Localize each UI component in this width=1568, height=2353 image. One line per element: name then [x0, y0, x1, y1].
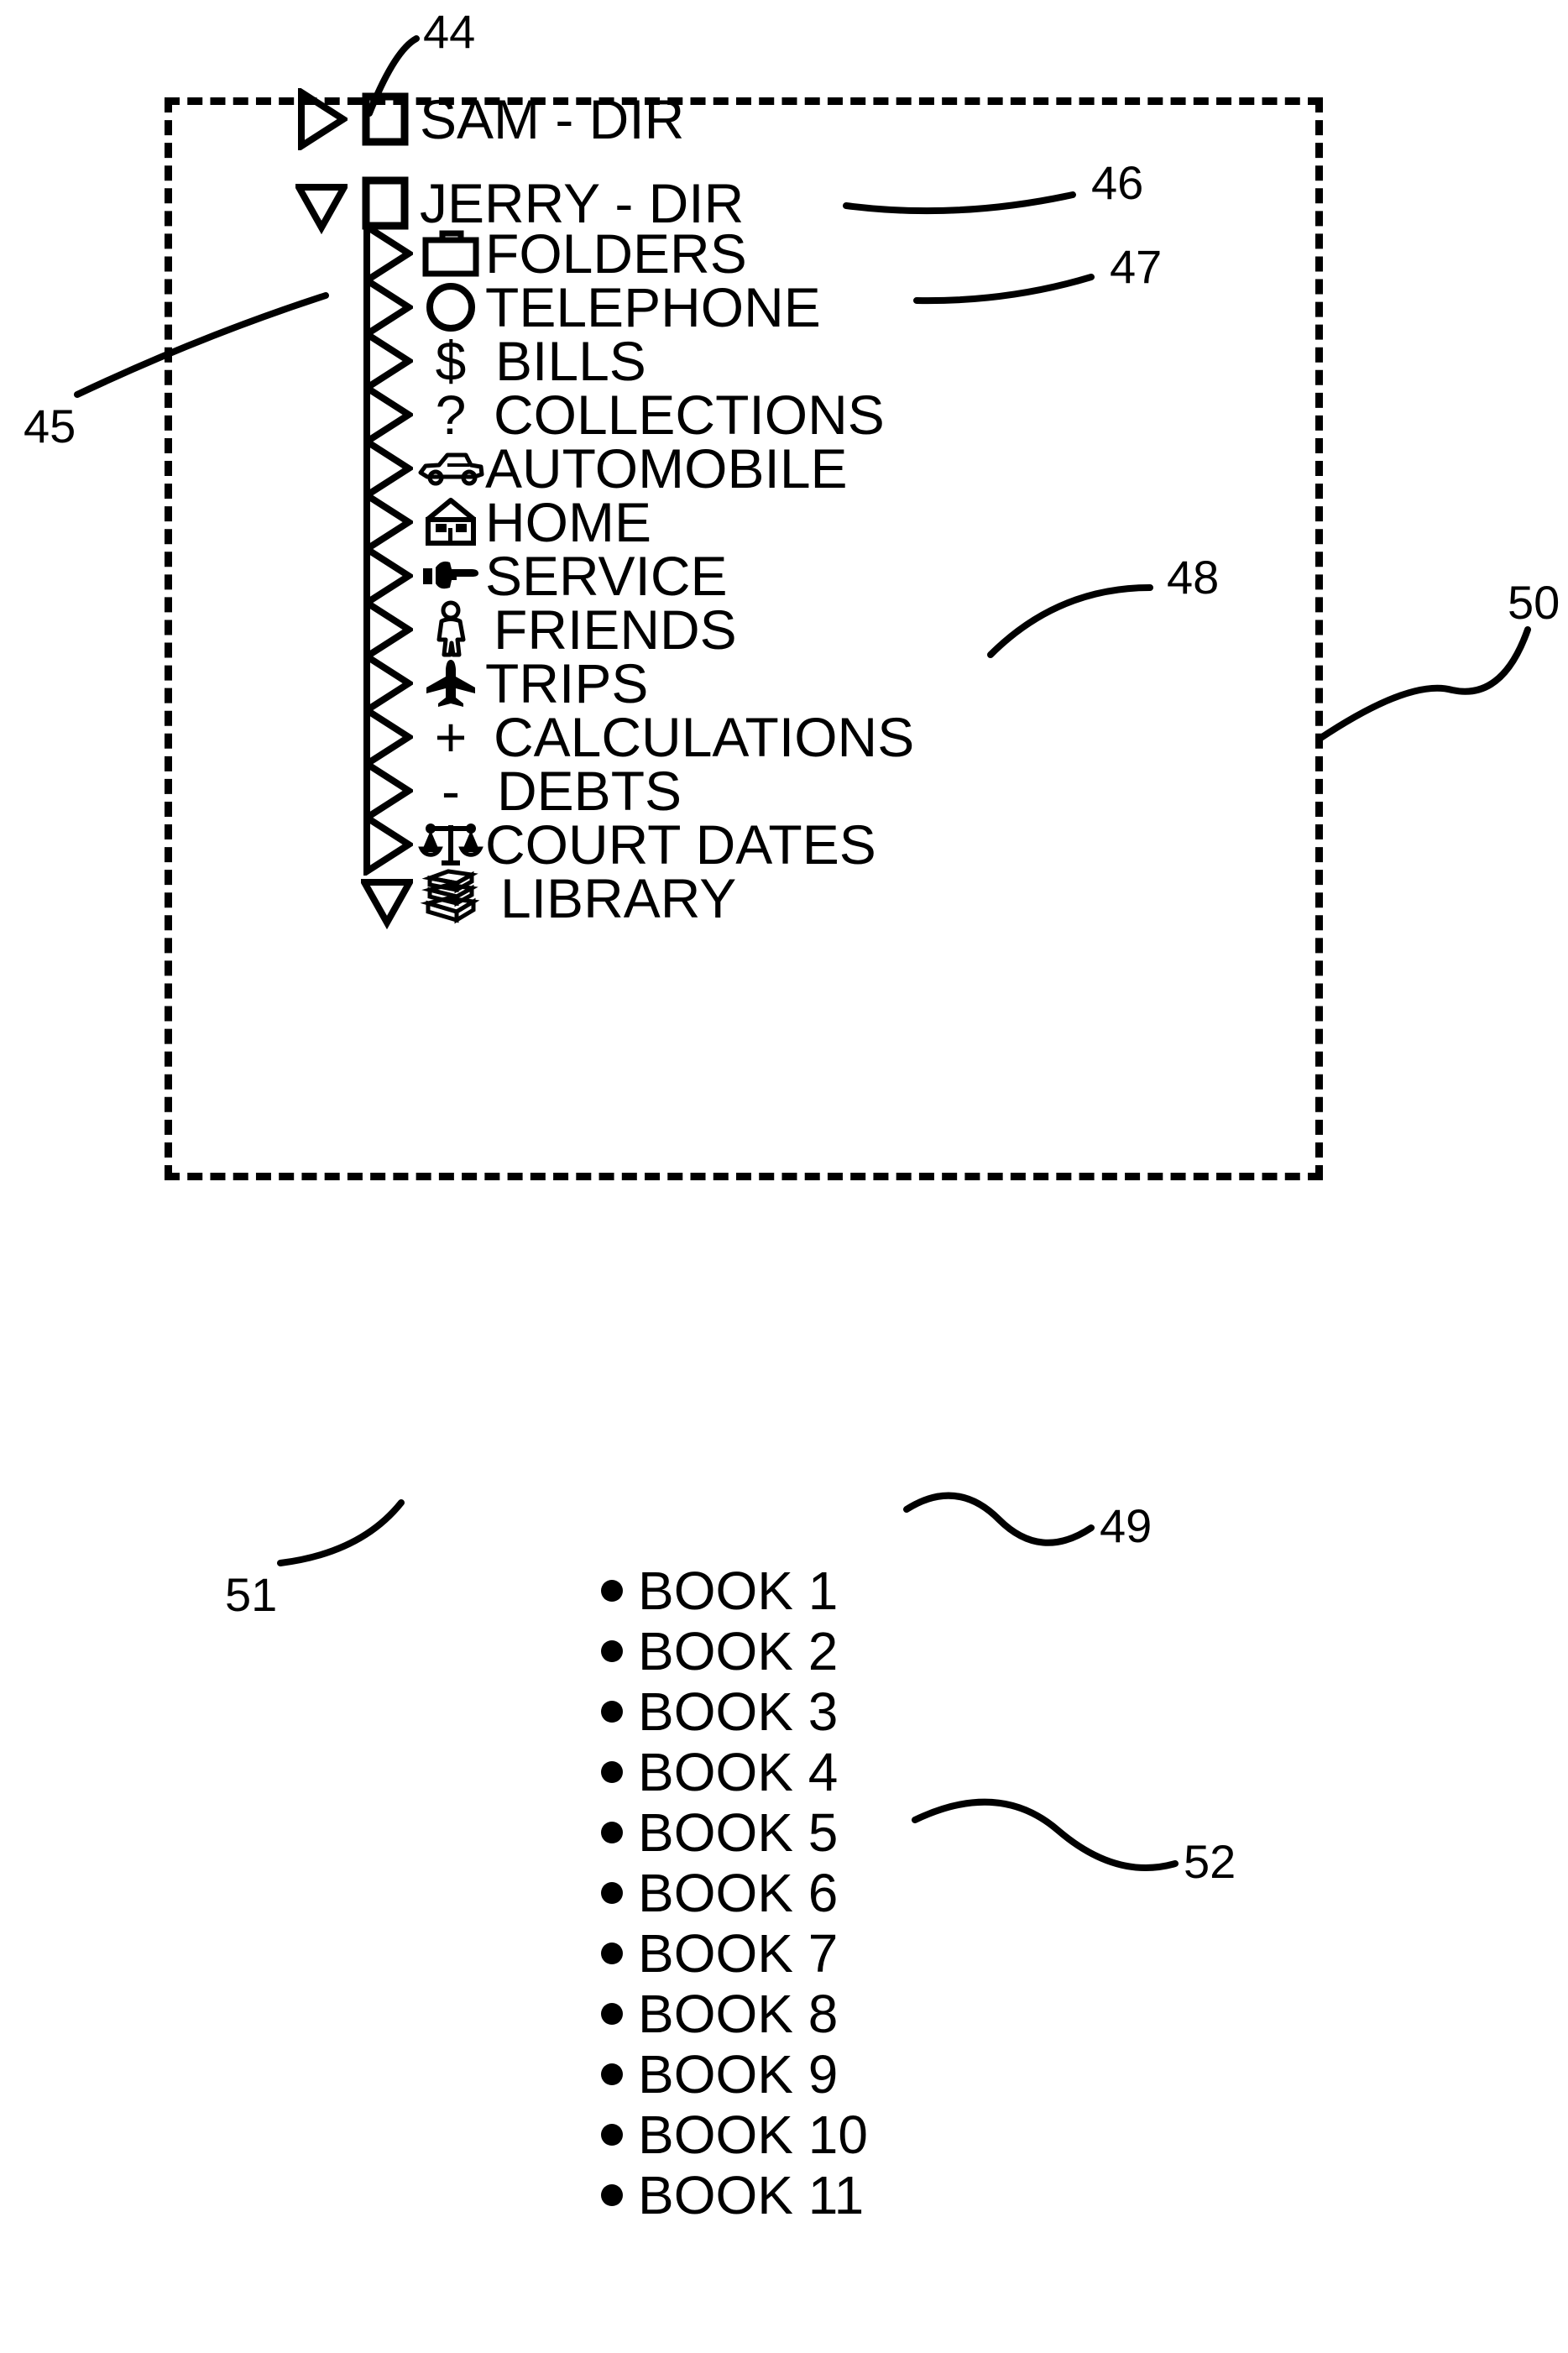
reference-numeral-47: 47: [1110, 240, 1163, 293]
list-item-label: BOOK 10: [638, 2105, 868, 2165]
leader-49: [903, 1492, 1095, 1546]
chevron-down-icon[interactable]: [295, 172, 348, 234]
list-item-label: BOOK 5: [638, 1802, 839, 1863]
list-item-book-6[interactable]: BOOK 6: [601, 1862, 838, 1924]
chevron-right-icon[interactable]: [295, 88, 348, 150]
list-item-book-10[interactable]: BOOK 10: [601, 2104, 868, 2166]
books-stack-icon: [420, 867, 482, 929]
bullet-icon: [601, 1701, 623, 1723]
list-item-label: BOOK 3: [638, 1681, 839, 1742]
list-item-label: BOOK 6: [638, 1863, 839, 1923]
reference-numeral-50: 50: [1508, 576, 1560, 629]
list-item-label: BOOK 9: [638, 2044, 839, 2105]
chevron-down-icon[interactable]: [361, 867, 413, 929]
reference-numeral-48: 48: [1167, 551, 1220, 604]
bullet-icon: [601, 1580, 623, 1602]
list-item-label: BOOK 8: [638, 1984, 839, 2044]
list-item-label: BOOK 1: [638, 1561, 839, 1621]
list-item-book-5[interactable]: BOOK 5: [601, 1801, 838, 1864]
list-item-label: BOOK 4: [638, 1742, 839, 1802]
reference-numeral-52: 52: [1184, 1835, 1236, 1888]
tree-row-sam-dir[interactable]: SAM - DIR: [295, 81, 684, 158]
list-item-book-2[interactable]: BOOK 2: [601, 1620, 838, 1682]
list-item-book-8[interactable]: BOOK 8: [601, 1983, 838, 2045]
list-item-book-9[interactable]: BOOK 9: [601, 2043, 838, 2105]
reference-numeral-45: 45: [24, 400, 76, 452]
bullet-icon: [601, 1882, 623, 1904]
tree-label-library: LIBRARY: [500, 867, 737, 929]
list-item-book-7[interactable]: BOOK 7: [601, 1922, 838, 1984]
tree-label-sam-dir: SAM - DIR: [420, 88, 685, 150]
list-item-label: BOOK 2: [638, 1621, 839, 1681]
bullet-icon: [601, 1822, 623, 1843]
reference-numeral-44: 44: [423, 5, 476, 58]
patent-figure: SAM - DIR JERRY - DIR FOLDERS TELEPHONE …: [0, 0, 1568, 2353]
reference-numeral-49: 49: [1100, 1499, 1152, 1552]
reference-numeral-51: 51: [225, 1568, 278, 1621]
list-item-book-3[interactable]: BOOK 3: [601, 1681, 838, 1743]
bullet-icon: [601, 2003, 623, 2025]
bullet-icon: [601, 1640, 623, 1662]
bullet-icon: [601, 2124, 623, 2146]
list-item-book-1[interactable]: BOOK 1: [601, 1560, 838, 1622]
list-item-label: BOOK 7: [638, 1923, 839, 1984]
bullet-icon: [601, 1761, 623, 1783]
bullet-icon: [601, 2063, 623, 2085]
tree-row-library[interactable]: LIBRARY: [361, 860, 736, 937]
list-item-book-4[interactable]: BOOK 4: [601, 1741, 838, 1803]
list-item-label: BOOK 11: [638, 2165, 865, 2225]
leader-52: [912, 1798, 1179, 1871]
square-icon: [354, 88, 416, 150]
leader-50: [1316, 626, 1531, 742]
bullet-icon: [601, 1943, 623, 1964]
list-item-book-11[interactable]: BOOK 11: [601, 2164, 864, 2226]
reference-numeral-46: 46: [1091, 156, 1144, 209]
leader-51: [277, 1499, 405, 1566]
bullet-icon: [601, 2184, 623, 2206]
